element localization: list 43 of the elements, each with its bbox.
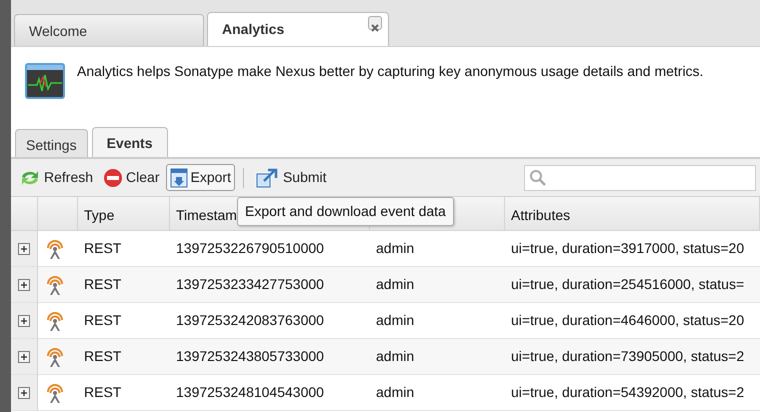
close-button[interactable] bbox=[368, 16, 382, 30]
toolbar-button[interactable]: Refresh bbox=[15, 164, 98, 191]
tab[interactable]: Welcome bbox=[14, 14, 204, 46]
toolbar-button[interactable]: Clear bbox=[99, 164, 164, 191]
table-cell: admin bbox=[370, 375, 505, 411]
column-header[interactable]: Attributes bbox=[505, 197, 760, 231]
search-icon bbox=[529, 168, 547, 186]
toolbar-button[interactable]: Submit bbox=[252, 164, 331, 191]
table-cell: REST bbox=[78, 267, 170, 303]
tab[interactable]: Events bbox=[92, 127, 168, 157]
refresh-icon bbox=[19, 168, 41, 186]
signal-icon bbox=[44, 346, 66, 368]
tab[interactable]: Settings bbox=[15, 129, 88, 157]
table-cell: 1397253233427753000 bbox=[170, 267, 370, 303]
signal-icon bbox=[44, 382, 66, 404]
table-cell: 1397253243805733000 bbox=[170, 339, 370, 375]
tooltip: Export and download event data bbox=[237, 197, 454, 226]
expand-icon[interactable] bbox=[18, 387, 30, 399]
minus-circle-icon bbox=[103, 168, 124, 188]
expand-icon[interactable] bbox=[18, 279, 30, 291]
download-icon bbox=[170, 168, 188, 188]
toolbar-button[interactable]: Export bbox=[166, 164, 235, 191]
table-cell: REST bbox=[78, 339, 170, 375]
search-field[interactable] bbox=[524, 164, 756, 190]
signal-icon bbox=[44, 238, 66, 260]
signal-icon bbox=[44, 310, 66, 332]
tab[interactable]: Analytics bbox=[207, 12, 389, 46]
monitor-icon bbox=[25, 63, 65, 99]
close-icon bbox=[369, 22, 381, 34]
table-cell: 1397253248104543000 bbox=[170, 375, 370, 411]
table-cell: admin bbox=[370, 267, 505, 303]
table-cell: ui=true, duration=254516000, status= bbox=[505, 267, 760, 303]
expand-icon[interactable] bbox=[18, 315, 30, 327]
table-cell: ui=true, duration=54392000, status=2 bbox=[505, 375, 760, 411]
table-cell: ui=true, duration=73905000, status=2 bbox=[505, 339, 760, 375]
expand-icon[interactable] bbox=[18, 243, 30, 255]
expand-icon[interactable] bbox=[18, 351, 30, 363]
table-cell: REST bbox=[78, 375, 170, 411]
column-header[interactable]: Type bbox=[78, 197, 170, 231]
table-cell: admin bbox=[370, 339, 505, 375]
description-text: Analytics helps Sonatype make Nexus better by capturing key anonymous usage details and metrics. bbox=[77, 62, 704, 81]
signal-icon bbox=[44, 274, 66, 296]
arrow-box-icon bbox=[256, 168, 280, 188]
